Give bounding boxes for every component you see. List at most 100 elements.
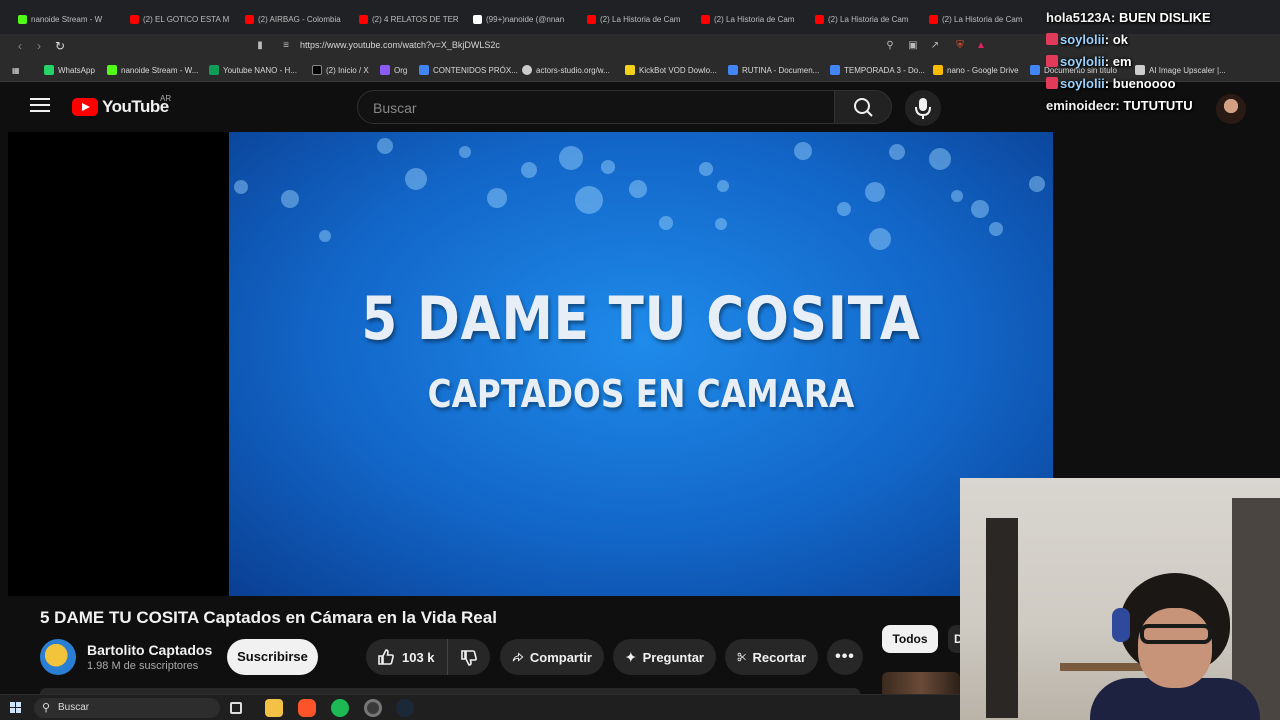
search-placeholder: Buscar (373, 100, 417, 116)
site-settings-icon[interactable]: ≡ (280, 40, 292, 52)
youtube-logo[interactable]: YouTube AR (72, 94, 172, 117)
brave-rewards-icon[interactable]: ▲ (975, 40, 987, 52)
x-icon (312, 65, 322, 75)
spotify-icon[interactable] (331, 699, 349, 717)
country-code: AR (160, 94, 172, 103)
channel-name[interactable]: Bartolito Captados (87, 642, 212, 658)
windows-taskbar: ⚲ Buscar (0, 694, 960, 720)
youtube-icon (130, 14, 139, 24)
youtube-icon (245, 14, 254, 24)
bookmark-label: actors-studio.org/w... (536, 65, 610, 75)
steam-icon[interactable] (396, 699, 414, 717)
like-count: 103 k (402, 649, 435, 665)
dislike-button[interactable] (454, 648, 484, 666)
heart-badge-icon (1046, 33, 1058, 45)
share-button[interactable]: Compartir (500, 639, 604, 675)
bookmark-item[interactable]: RUTINA - Documen... (728, 63, 819, 77)
clip-button[interactable]: Recortar (725, 639, 818, 675)
bookmark-item[interactable]: Youtube NANO - H... (209, 63, 297, 77)
related-video-thumbnail[interactable] (882, 672, 960, 694)
bookmark-label: TEMPORADA 3 - Do... (844, 65, 925, 75)
like-button[interactable]: 103 k (366, 639, 448, 675)
bookmark-label: WhatsApp (58, 65, 95, 75)
org-icon (380, 65, 390, 75)
bookmark-icon[interactable]: ▮ (254, 40, 266, 52)
tab-label: (2) La Historia de Cam (942, 14, 1023, 24)
video-title: 5 DAME TU COSITA Captados en Cámara en l… (40, 608, 497, 627)
voice-search-button[interactable] (905, 90, 941, 126)
search-input[interactable]: Buscar (357, 90, 835, 124)
microphone-icon (915, 98, 931, 119)
cast-icon[interactable]: ▣ (907, 40, 919, 52)
browser-tab[interactable]: (2) EL GOTICO ESTA MI (130, 10, 230, 28)
taskbar-search[interactable]: ⚲ Buscar (34, 698, 220, 718)
bookmark-item[interactable]: (2) Inicio / X (312, 63, 369, 77)
bookmark-item[interactable]: TEMPORADA 3 - Do... (830, 63, 925, 77)
bookmark-label: RUTINA - Documen... (742, 65, 820, 75)
apps-grid-icon[interactable]: ▦ (12, 63, 20, 77)
back-icon[interactable]: ‹ (13, 39, 27, 53)
windows-start-icon[interactable] (10, 702, 22, 714)
youtube-wordmark: YouTube (102, 97, 169, 116)
search-button[interactable] (834, 90, 892, 124)
whatsapp-icon (44, 65, 54, 75)
webcam-overlay (960, 478, 1280, 720)
brave-shield-icon[interactable]: ⛨ (954, 40, 966, 52)
browser-tab[interactable]: nanoide Stream - W (18, 10, 114, 28)
headset-icon (1112, 608, 1130, 642)
file-explorer-icon[interactable] (265, 699, 283, 717)
browser-tab[interactable]: (2) La Historia de Cam (701, 10, 801, 28)
chat-text: ok (1112, 32, 1128, 47)
obs-icon[interactable] (364, 699, 382, 717)
bookmark-item[interactable]: CONTENIDOS PRÓX... (419, 63, 518, 77)
scissors-icon (737, 652, 746, 662)
browser-tab[interactable]: (2) 4 RELATOS DE TERR (359, 10, 459, 28)
subscribe-button[interactable]: Suscribirse (227, 639, 318, 675)
bookmark-item[interactable]: nanoide Stream - W... (107, 63, 198, 77)
more-icon: ••• (835, 648, 855, 665)
chat-text: em (1112, 54, 1132, 69)
bookmark-label: nanoide Stream - W... (121, 65, 199, 75)
zoom-icon[interactable]: ⚲ (884, 40, 896, 52)
browser-tab[interactable]: (2) La Historia de Cam (815, 10, 915, 28)
hamburger-menu-icon[interactable] (30, 98, 50, 116)
docs-icon (728, 65, 738, 75)
channel-avatar[interactable] (40, 639, 76, 675)
subscriber-count: 1.98 M de suscriptores (87, 660, 199, 672)
share-page-icon[interactable]: ↗ (929, 40, 941, 52)
bookmark-item[interactable]: nano - Google Drive (933, 63, 1019, 77)
sheets-icon (209, 65, 219, 75)
chat-text: BUEN DISLIKE (1119, 10, 1211, 25)
bookmark-label: nano - Google Drive (947, 65, 1019, 75)
tab-label: (2) La Historia de Cam (714, 14, 795, 24)
bookmark-item[interactable]: actors-studio.org/w... (522, 63, 610, 77)
browser-tab[interactable]: (2) La Historia de Cam (929, 10, 1029, 28)
ask-button[interactable]: Preguntar (613, 639, 716, 675)
bookmark-item[interactable]: WhatsApp (44, 63, 95, 77)
globe-icon (522, 65, 532, 75)
video-player[interactable]: 5 DAME TU COSITA CAPTADOS EN CAMARA (8, 132, 1053, 596)
bookmark-item[interactable]: KickBot VOD Dowlo... (625, 63, 717, 77)
chat-message: hola5123A: BUEN DISLIKE (1046, 10, 1211, 25)
more-actions-button[interactable]: ••• (827, 639, 863, 675)
kick-icon (107, 65, 117, 75)
task-view-icon[interactable] (230, 702, 242, 714)
bookmark-item[interactable]: Org (380, 63, 407, 77)
video-frame[interactable]: 5 DAME TU COSITA CAPTADOS EN CAMARA (229, 132, 1053, 596)
browser-tab[interactable]: (99+)nanoide (@nnan (473, 10, 573, 28)
streamer-glasses (1140, 624, 1212, 644)
heart-badge-icon (1046, 77, 1058, 89)
like-dislike-group: 103 k (366, 639, 490, 675)
youtube-icon (815, 14, 824, 24)
browser-tab[interactable]: (2) AIRBAG - Colombia (245, 10, 345, 28)
share-label: Compartir (529, 649, 592, 665)
url-field[interactable]: https://www.youtube.com/watch?v=X_BkjDWL… (300, 40, 500, 50)
browser-tab[interactable]: (2) La Historia de Cam (587, 10, 687, 28)
share-icon (512, 652, 524, 662)
reload-icon[interactable]: ↻ (53, 39, 67, 53)
forward-icon[interactable]: › (32, 39, 46, 53)
brave-icon[interactable] (298, 699, 316, 717)
chat-message: soylolii: em (1046, 54, 1132, 69)
filter-chip-all[interactable]: Todos (882, 625, 938, 653)
sparkle-icon (625, 651, 636, 663)
